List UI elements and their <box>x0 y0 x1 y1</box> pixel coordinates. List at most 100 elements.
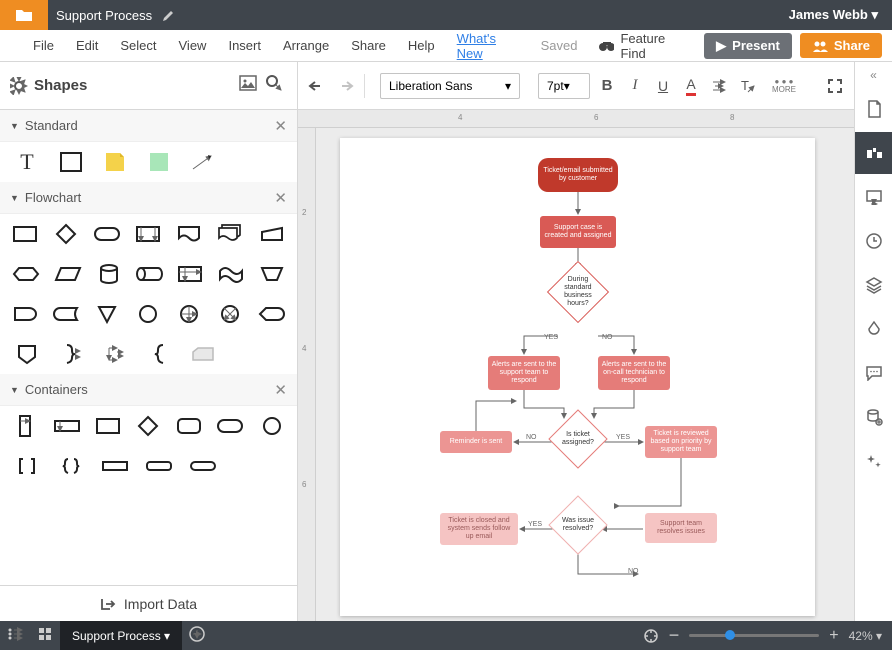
close-icon[interactable]: ✕ <box>274 381 287 399</box>
rail-comments-icon[interactable] <box>855 352 892 394</box>
ct-rounded[interactable] <box>176 414 203 438</box>
shape-note[interactable] <box>100 150 130 174</box>
ct-pill2[interactable] <box>188 454 218 478</box>
underline-button[interactable]: U <box>652 73 674 99</box>
fc-process[interactable] <box>12 222 39 246</box>
textcolor-button[interactable]: A <box>680 73 702 99</box>
shape-hotspot[interactable] <box>144 150 174 174</box>
bold-button[interactable]: B <box>596 73 618 99</box>
gear-icon[interactable] <box>10 77 28 95</box>
document-title[interactable]: Support Process <box>48 8 162 23</box>
rail-present-icon[interactable] <box>855 176 892 218</box>
ct-swimlane-h[interactable] <box>53 414 81 438</box>
menu-whatsnew[interactable]: What's New <box>446 31 530 61</box>
flow-node[interactable]: Support case is created and assigned <box>540 216 616 248</box>
rail-layers-icon[interactable] <box>855 264 892 306</box>
ct-pill[interactable] <box>216 414 244 438</box>
menu-arrange[interactable]: Arrange <box>272 38 340 53</box>
flow-node[interactable]: Ticket/email submitted by customer <box>538 158 618 192</box>
fc-display[interactable] <box>257 302 285 326</box>
ct-swimlane-v[interactable] <box>12 414 39 438</box>
fc-terminator[interactable] <box>93 222 121 246</box>
rail-paint-icon[interactable] <box>855 308 892 350</box>
ct-rect2[interactable] <box>100 454 130 478</box>
page[interactable]: Ticket/email submitted by customer Suppo… <box>340 138 815 616</box>
fc-database[interactable] <box>96 262 121 286</box>
add-page-button[interactable] <box>182 626 212 645</box>
present-button[interactable]: ▶ Present <box>704 33 792 59</box>
fc-document[interactable] <box>176 222 203 246</box>
zoom-slider[interactable] <box>689 634 819 637</box>
fontsize-select[interactable]: 7pt ▾ <box>538 73 590 99</box>
fc-offpage[interactable] <box>12 342 42 366</box>
fc-or[interactable] <box>175 302 202 326</box>
italic-button[interactable]: I <box>624 73 646 99</box>
menu-view[interactable]: View <box>168 38 218 53</box>
section-containers[interactable]: ▼Containers✕ <box>0 374 297 406</box>
shape-text[interactable]: T <box>12 150 42 174</box>
more-button[interactable]: ● ● ●MORE <box>772 78 796 94</box>
rail-document-icon[interactable] <box>855 88 892 130</box>
flow-node[interactable]: Alerts are sent to the on-call technicia… <box>598 356 670 390</box>
shape-block[interactable] <box>56 150 86 174</box>
zoom-value[interactable]: 42% ▾ <box>849 629 882 643</box>
flow-node[interactable]: Support team resolves issues <box>645 513 717 543</box>
page-tab[interactable]: Support Process ▾ <box>60 621 182 650</box>
share-button[interactable]: Share <box>800 33 882 58</box>
rail-history-icon[interactable] <box>855 220 892 262</box>
fc-delay[interactable] <box>12 302 39 326</box>
align-button[interactable] <box>708 73 730 99</box>
fc-multidoc[interactable] <box>216 222 244 246</box>
fc-predef[interactable] <box>135 222 162 246</box>
fc-papertape[interactable] <box>217 262 245 286</box>
fc-data[interactable] <box>54 262 82 286</box>
fullscreen-button[interactable] <box>824 73 846 99</box>
fc-directdata[interactable] <box>135 262 163 286</box>
rail-sparkle-icon[interactable] <box>855 440 892 482</box>
flow-node[interactable]: Alerts are sent to the support team to r… <box>488 356 560 390</box>
fc-manualinput[interactable] <box>258 222 285 246</box>
ct-rect[interactable] <box>95 414 122 438</box>
fc-preparation[interactable] <box>12 262 40 286</box>
rail-dbconnect-icon[interactable] <box>855 396 892 438</box>
import-data-button[interactable]: Import Data <box>0 585 297 621</box>
fc-internal[interactable] <box>177 262 203 286</box>
ct-rounded2[interactable] <box>144 454 174 478</box>
fc-stored[interactable] <box>53 302 80 326</box>
ct-bracket[interactable] <box>12 454 42 478</box>
section-flowchart[interactable]: ▼Flowchart✕ <box>0 182 297 214</box>
image-library-icon[interactable] <box>235 75 261 96</box>
fc-sumjunc[interactable] <box>216 302 243 326</box>
close-icon[interactable]: ✕ <box>274 117 287 135</box>
fc-brace-r[interactable] <box>56 342 86 366</box>
edit-title-icon[interactable] <box>162 8 176 22</box>
clearformat-button[interactable]: T <box>736 73 758 99</box>
flow-node[interactable]: Reminder is sent <box>440 431 512 453</box>
redo-button[interactable] <box>334 73 356 99</box>
rail-data-icon[interactable] <box>855 132 892 174</box>
menu-select[interactable]: Select <box>109 38 167 53</box>
canvas[interactable]: Ticket/email submitted by customer Suppo… <box>316 128 854 621</box>
shape-line[interactable] <box>188 150 218 174</box>
ct-brace[interactable] <box>56 454 86 478</box>
outline-view-icon[interactable] <box>0 627 30 644</box>
fc-manualop[interactable] <box>259 262 285 286</box>
menu-help[interactable]: Help <box>397 38 446 53</box>
menu-insert[interactable]: Insert <box>217 38 272 53</box>
close-icon[interactable]: ✕ <box>274 189 287 207</box>
section-standard[interactable]: ▼Standard✕ <box>0 110 297 142</box>
feature-find[interactable]: Feature Find <box>588 31 696 61</box>
fc-merge[interactable] <box>94 302 121 326</box>
fc-card[interactable] <box>188 342 218 366</box>
fc-decision[interactable] <box>53 222 80 246</box>
zoom-target-icon[interactable] <box>643 628 659 644</box>
undo-button[interactable] <box>306 73 328 99</box>
ct-diamond[interactable] <box>135 414 162 438</box>
fc-brace-l[interactable] <box>144 342 174 366</box>
fc-connector[interactable] <box>134 302 161 326</box>
user-menu[interactable]: James Webb ▾ <box>775 7 892 23</box>
ct-circle[interactable] <box>258 414 285 438</box>
zoom-in-button[interactable]: + <box>829 627 838 645</box>
flow-node[interactable]: Ticket is closed and system sends follow… <box>440 513 518 545</box>
collapse-rail-icon[interactable]: « <box>870 68 877 86</box>
